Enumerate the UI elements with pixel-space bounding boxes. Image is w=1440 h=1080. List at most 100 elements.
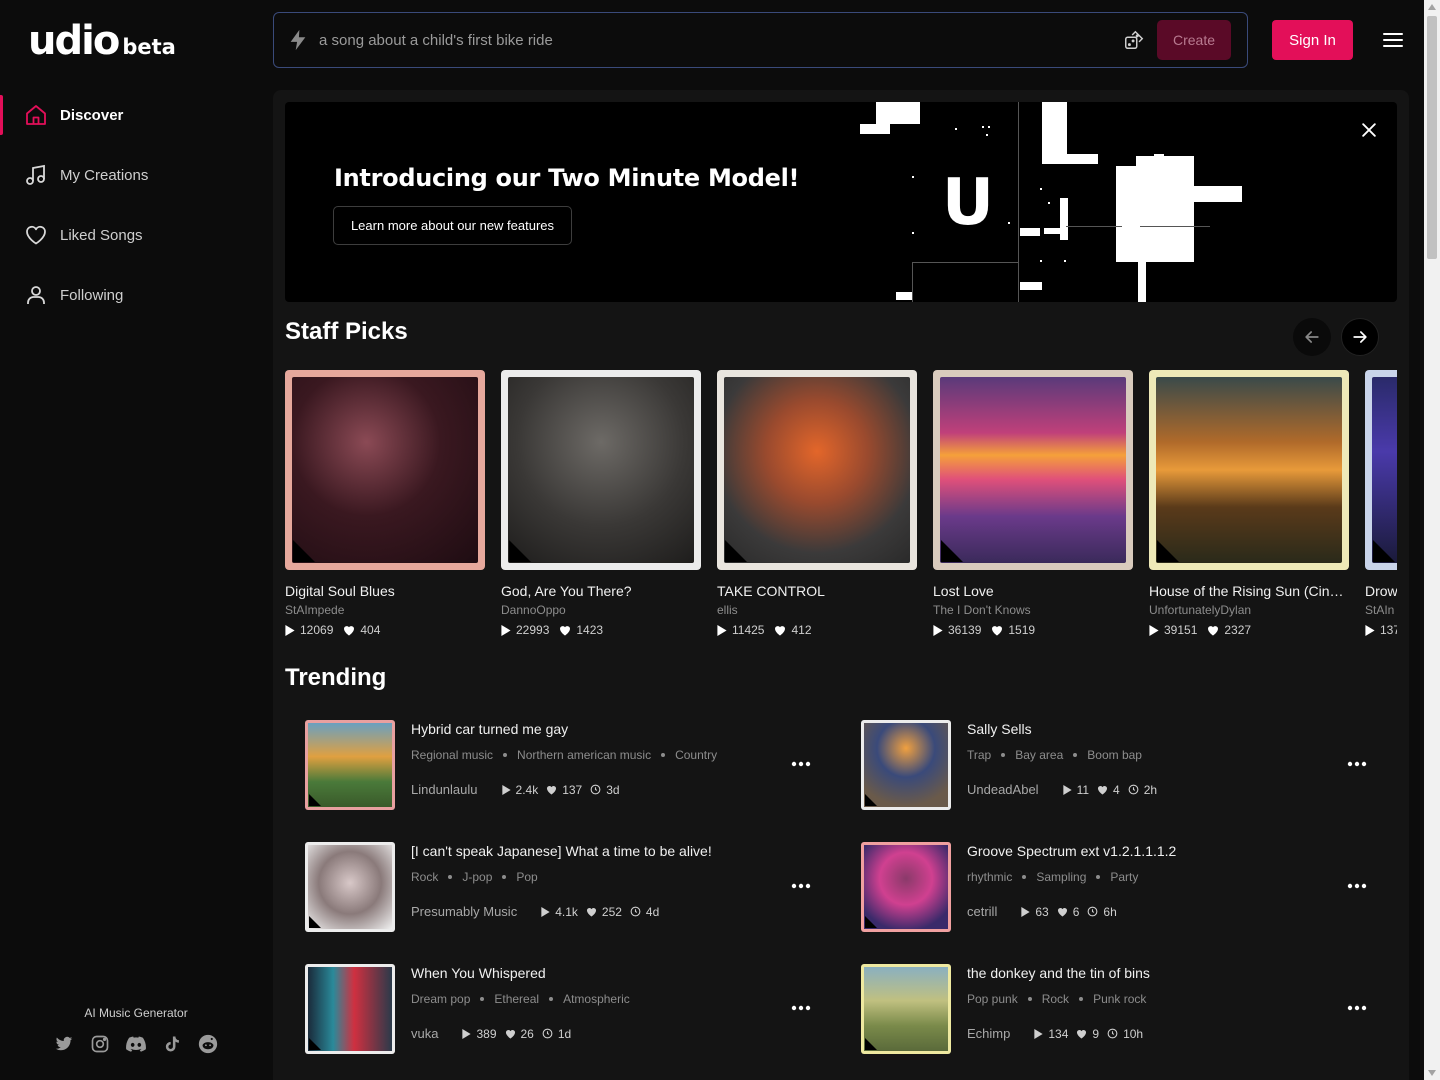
genre-tag[interactable]: Punk rock xyxy=(1093,992,1146,1006)
staff-pick-card[interactable]: God, Are You There? DannoOppo 22993 1423 xyxy=(501,370,701,637)
genre-tag[interactable]: Sampling xyxy=(1036,870,1086,884)
scrollbar-thumb[interactable] xyxy=(1427,16,1437,259)
song-meta: UndeadAbel 11 4 2h xyxy=(967,782,1165,797)
staff-pick-card[interactable]: Drow StAIn 137 xyxy=(1365,370,1397,637)
staff-pick-card[interactable]: House of the Rising Sun (Cinem... Unfort… xyxy=(1149,370,1349,637)
song-title[interactable]: House of the Rising Sun (Cinem... xyxy=(1149,583,1349,599)
trending-item[interactable]: the donkey and the tin of bins Pop punk … xyxy=(861,964,1381,1056)
song-title[interactable]: Digital Soul Blues xyxy=(285,583,485,599)
more-options-icon[interactable] xyxy=(1345,756,1369,772)
artist-name[interactable]: Lindunlaulu xyxy=(411,782,478,797)
carousel-next-button[interactable] xyxy=(1341,318,1379,356)
song-title[interactable]: Drow xyxy=(1365,583,1397,599)
sidebar-item-following[interactable]: Following xyxy=(0,275,272,315)
artist-name[interactable]: DannoOppo xyxy=(501,603,701,617)
play-count: 4.1k xyxy=(555,904,578,919)
song-stats: 22993 1423 xyxy=(501,623,701,637)
more-options-icon[interactable] xyxy=(789,878,813,894)
trending-item[interactable]: Groove Spectrum ext v1.2.1.1.1.2 rhythmi… xyxy=(861,842,1381,934)
scroll-up-arrow-icon[interactable] xyxy=(1428,4,1436,10)
song-title[interactable]: When You Whispered xyxy=(411,965,546,981)
artist-name[interactable]: UndeadAbel xyxy=(967,782,1039,797)
discord-icon[interactable] xyxy=(126,1034,146,1054)
artist-name[interactable]: The I Don't Knows xyxy=(933,603,1133,617)
artist-name[interactable]: StAIn xyxy=(1365,603,1397,617)
song-title[interactable]: God, Are You There? xyxy=(501,583,701,599)
staff-pick-card[interactable]: TAKE CONTROL ellis 11425 412 xyxy=(717,370,917,637)
song-title[interactable]: [I can't speak Japanese] What a time to … xyxy=(411,843,712,859)
twitter-icon[interactable] xyxy=(54,1034,74,1054)
genre-tag[interactable]: J-pop xyxy=(462,870,492,884)
clock-icon xyxy=(1128,784,1139,795)
genre-tag[interactable]: Rock xyxy=(1042,992,1069,1006)
song-title[interactable]: TAKE CONTROL xyxy=(717,583,917,599)
genre-tag[interactable]: Ethereal xyxy=(494,992,539,1006)
learn-more-button[interactable]: Learn more about our new features xyxy=(333,206,572,245)
more-options-icon[interactable] xyxy=(1345,878,1369,894)
sidebar-item-liked-songs[interactable]: Liked Songs xyxy=(0,215,272,255)
genre-tag[interactable]: Atmospheric xyxy=(563,992,630,1006)
reddit-icon[interactable] xyxy=(198,1034,218,1054)
like-count: 252 xyxy=(601,904,622,919)
staff-pick-card[interactable]: Lost Love The I Don't Knows 36139 1519 xyxy=(933,370,1133,637)
sidebar-item-my-creations[interactable]: My Creations xyxy=(0,155,272,195)
genre-tag[interactable]: Regional music xyxy=(411,748,493,762)
play-icon xyxy=(541,906,550,917)
genre-tag[interactable]: Boom bap xyxy=(1087,748,1142,762)
song-title[interactable]: the donkey and the tin of bins xyxy=(967,965,1150,981)
song-title[interactable]: Sally Sells xyxy=(967,721,1032,737)
genre-tag[interactable]: Pop xyxy=(516,870,537,884)
genre-tag[interactable]: Northern american music xyxy=(517,748,651,762)
genre-tag[interactable]: Rock xyxy=(411,870,438,884)
song-stats: 137 xyxy=(1365,623,1397,637)
song-title[interactable]: Lost Love xyxy=(933,583,1133,599)
tiktok-icon[interactable] xyxy=(162,1034,182,1054)
play-icon xyxy=(1021,906,1031,917)
sidebar: udio beta Discover My Creations Liked So… xyxy=(0,0,272,1080)
artist-name[interactable]: cetrill xyxy=(967,904,997,919)
artist-name[interactable]: UnfortunatelyDylan xyxy=(1149,603,1349,617)
artist-name[interactable]: StAImpede xyxy=(285,603,485,617)
close-icon[interactable] xyxy=(1359,120,1379,140)
more-options-icon[interactable] xyxy=(789,756,813,772)
genre-tag[interactable]: Party xyxy=(1110,870,1138,884)
staff-pick-card[interactable]: Digital Soul Blues StAImpede 12069 404 xyxy=(285,370,485,637)
banner-title: Introducing our Two Minute Model! xyxy=(334,164,800,192)
cover-art xyxy=(717,370,917,570)
hamburger-menu-icon[interactable] xyxy=(1381,28,1405,52)
song-title[interactable]: Hybrid car turned me gay xyxy=(411,721,568,737)
instagram-icon[interactable] xyxy=(90,1034,110,1054)
create-button[interactable]: Create xyxy=(1157,20,1231,60)
play-icon xyxy=(717,624,727,636)
artist-name[interactable]: Echimp xyxy=(967,1026,1010,1041)
music-note-icon xyxy=(24,163,48,187)
sidebar-item-discover[interactable]: Discover xyxy=(0,95,272,135)
dice-icon[interactable] xyxy=(1123,29,1145,51)
genre-tag[interactable]: Country xyxy=(675,748,717,762)
genre-tag[interactable]: Pop punk xyxy=(967,992,1018,1006)
more-options-icon[interactable] xyxy=(789,1000,813,1016)
trending-item[interactable]: Sally Sells Trap Bay area Boom bap Undea… xyxy=(861,720,1381,812)
trending-item[interactable]: [I can't speak Japanese] What a time to … xyxy=(305,842,825,934)
page-scrollbar[interactable] xyxy=(1424,0,1440,1080)
more-options-icon[interactable] xyxy=(1345,1000,1369,1016)
logo[interactable]: udio beta xyxy=(28,18,176,64)
artist-name[interactable]: vuka xyxy=(411,1026,438,1041)
genre-tag[interactable]: Bay area xyxy=(1015,748,1063,762)
genre-tag[interactable]: rhythmic xyxy=(967,870,1012,884)
song-age: 6h xyxy=(1103,904,1117,919)
genre-tag[interactable]: Trap xyxy=(967,748,991,762)
play-count: 39151 xyxy=(1164,623,1198,637)
genre-tag[interactable]: Dream pop xyxy=(411,992,470,1006)
artist-name[interactable]: Presumably Music xyxy=(411,904,517,919)
sign-in-button[interactable]: Sign In xyxy=(1272,20,1353,60)
scroll-down-arrow-icon[interactable] xyxy=(1428,1070,1436,1076)
carousel-prev-button[interactable] xyxy=(1293,318,1331,356)
like-count: 412 xyxy=(791,623,812,637)
play-count: 11425 xyxy=(732,623,765,637)
prompt-input[interactable] xyxy=(319,31,1123,49)
trending-item[interactable]: When You Whispered Dream pop Ethereal At… xyxy=(305,964,825,1056)
artist-name[interactable]: ellis xyxy=(717,603,917,617)
trending-item[interactable]: Hybrid car turned me gay Regional music … xyxy=(305,720,825,812)
song-title[interactable]: Groove Spectrum ext v1.2.1.1.1.2 xyxy=(967,843,1176,859)
